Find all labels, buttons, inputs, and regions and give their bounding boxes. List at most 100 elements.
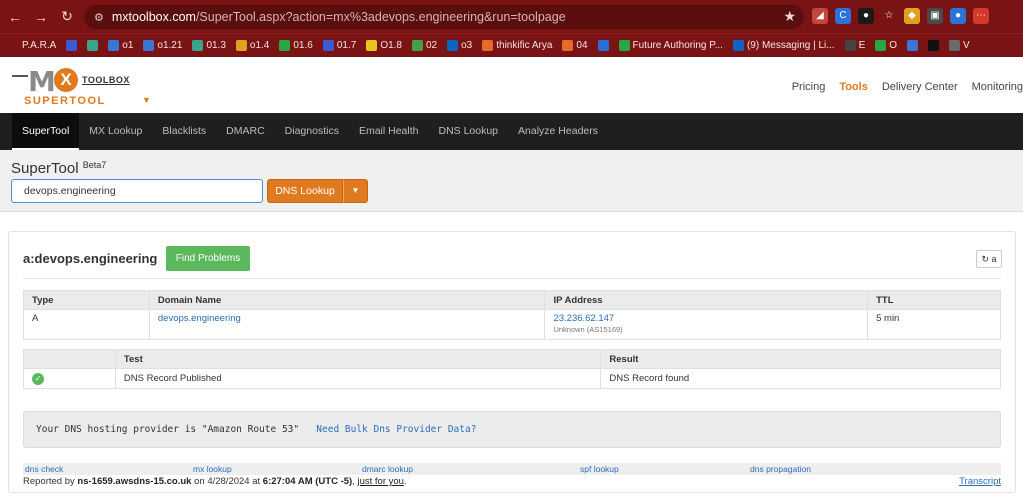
bookmark-item[interactable]: V [949,40,970,51]
extension-icon[interactable]: ● [858,8,874,24]
url-path: /SuperTool.aspx?action=mx%3adevops.engin… [195,10,566,24]
w-icon [66,40,78,51]
bookmark-item[interactable]: (9) Messaging | Li... [732,40,835,51]
test-name: DNS Record Published [114,368,602,389]
extension-icon[interactable]: ● [950,8,966,24]
logo-mx: M [28,65,56,98]
bookmark-item[interactable] [597,40,609,51]
related-links: dns check mx lookup dmarc lookup spf lookup… [23,463,1001,475]
bulk-dns-provider-link[interactable]: Need Bulk Dns Provider Data? [316,424,476,435]
record-ttl: 5 min [867,309,1001,340]
bookmark-item[interactable]: 01.6 [279,40,313,51]
bookmark-item[interactable]: Future Authoring P... [618,40,723,51]
tab-analyze-headers[interactable]: Analyze Headers [508,113,608,150]
reported-time: 6:27:04 AM (UTC -5) [262,476,353,487]
bookmark-item[interactable] [66,40,78,51]
records-table: Type Domain Name IP Address TTL Adevops.eng… [23,290,1001,340]
lookup-dropdown-icon[interactable]: ▼ [343,179,368,203]
tab-email-health[interactable]: Email Health [349,113,429,150]
bookmark-label: 01.3 [206,40,226,51]
logo-supertool-text: SUPERTOOL [24,95,106,107]
divider [23,278,1001,279]
link-dns-propagation[interactable]: dns propagation [750,464,811,474]
nav-pricing[interactable]: Pricing [792,81,826,93]
site-info-icon[interactable]: ⚙ [94,11,104,24]
link-dmarc-lookup[interactable]: dmarc lookup [362,464,413,474]
logo-x-icon: X [54,68,78,92]
search-input[interactable] [11,179,263,203]
gmail-icon [562,40,574,51]
tab-blacklists[interactable]: Blacklists [152,113,216,150]
record-type: A [23,309,150,340]
bookmark-item[interactable]: 02 [412,40,437,51]
bookmark-item[interactable]: O [875,40,897,51]
tab-mx-lookup[interactable]: MX Lookup [79,113,152,150]
tab-dns-lookup[interactable]: DNS Lookup [428,113,508,150]
dns-lookup-button[interactable]: DNS Lookup [267,179,343,203]
mxtoolbox-logo[interactable]: M X TOOLBOX SUPERTOOL ▼ [12,65,162,109]
page-title: SuperTool Beta7 [11,160,106,177]
extension-icon[interactable]: C [835,8,851,24]
m-icon [366,40,378,51]
column-header: IP Address [544,290,869,310]
bookmark-item[interactable]: o1.21 [143,40,182,51]
bookmark-item[interactable]: 01.7 [322,40,356,51]
link-mx-lookup[interactable]: mx lookup [193,464,232,474]
nav-monitoring[interactable]: Monitoring [972,81,1023,93]
extension-icon[interactable]: ⋯ [973,8,989,24]
extension-icon[interactable]: ◆ [904,8,920,24]
forward-arrow-icon[interactable]: → [30,9,52,25]
bookmark-star-icon[interactable]: ★ [783,8,796,25]
tests-table: Test Result ✓ DNS Record Published DNS Reco… [23,349,1001,389]
just-for-you-link[interactable]: just for you [357,476,403,487]
bookmark-item[interactable]: 04 [562,40,588,51]
nav-delivery-center[interactable]: Delivery Center [882,81,958,93]
bookmarks-bar: P.A.R.A o1 o1.21 01.3 o1.4 01.6 01.7 O1.8 02 o3 th… [0,33,1023,57]
link-spf-lookup[interactable]: spf lookup [580,464,619,474]
bookmark-item[interactable]: o1.4 [235,40,269,51]
ip-link[interactable]: 23.236.62.147 [553,313,614,324]
x-icon [928,40,940,51]
logo-toolbox-text: TOOLBOX [82,75,130,85]
bookmark-item[interactable]: E [844,40,865,51]
bookmark-item[interactable] [907,40,919,51]
bookmark-item[interactable]: thinkific Arya [482,40,552,51]
refresh-button[interactable]: ↻ a [976,250,1002,268]
address-bar[interactable]: ⚙ mxtoolbox.com /SuperTool.aspx?action=m… [84,5,804,29]
bookmark-icon [108,40,120,51]
tab-dmarc[interactable]: DMARC [216,113,275,150]
tab-supertool[interactable]: SuperTool [12,113,80,150]
extension-icon[interactable]: ▣ [927,8,943,24]
extension-icon[interactable]: ◢ [812,8,828,24]
bookmark-label: V [963,40,970,51]
transcript-link[interactable]: Transcript [959,476,1001,487]
bookmark-item[interactable]: P.A.R.A [8,40,56,51]
logo-line [12,75,28,77]
plus-icon [279,40,291,51]
tab-diagnostics[interactable]: Diagnostics [275,113,349,150]
bookmark-item[interactable] [928,40,940,51]
record-ip-cell: 23.236.62.147 Unknown (AS15169) [544,309,869,340]
refresh-icon: ↻ [981,254,989,264]
reported-server: ns-1659.awsdns-15.co.uk [77,476,192,487]
chevron-down-icon[interactable]: ▼ [142,95,151,105]
bookmark-item[interactable] [87,40,99,51]
bookmark-item[interactable]: o1 [108,40,133,51]
bookmark-label: 01.6 [293,40,313,51]
bookmark-item[interactable]: O1.8 [366,40,402,51]
plus-icon [618,40,630,51]
gpt-icon [192,40,204,51]
find-problems-button[interactable]: Find Problems [166,246,250,271]
reload-icon[interactable]: ↻ [56,8,78,25]
url-host: mxtoolbox.com [111,10,196,24]
link-dns-check[interactable]: dns check [25,464,63,474]
bookmark-label: O1.8 [380,40,402,51]
column-header: TTL [867,290,1001,310]
bookmark-item[interactable]: 01.3 [192,40,226,51]
domain-link[interactable]: devops.engineering [158,313,241,324]
reported-by: Reported by ns-1659.awsdns-15.co.uk on 4… [23,476,1001,487]
star-icon[interactable]: ☆ [881,8,897,24]
back-arrow-icon[interactable]: ← [4,9,26,25]
bookmark-item[interactable]: o3 [447,40,472,51]
nav-tools[interactable]: Tools [839,81,868,93]
